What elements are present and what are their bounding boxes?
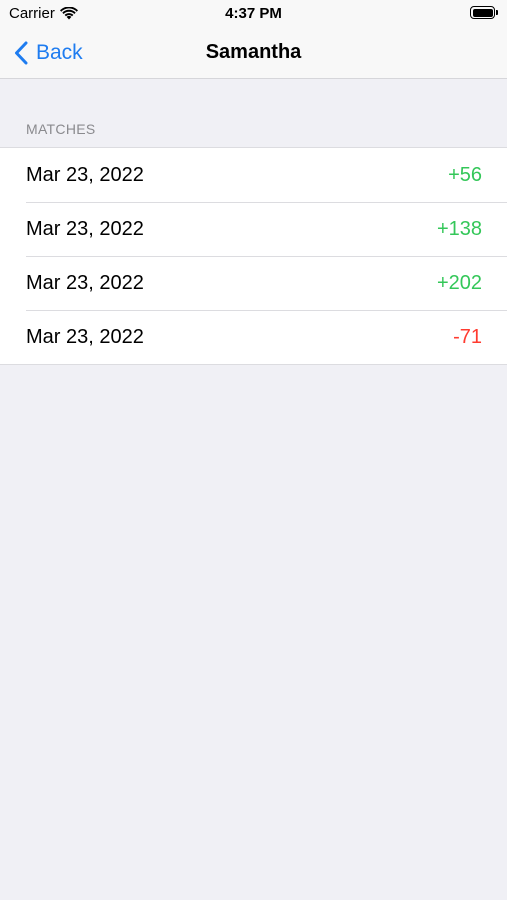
section-header-matches: MATCHES bbox=[26, 121, 96, 137]
status-bar: Carrier 4:37 PM bbox=[0, 0, 507, 28]
match-score: +202 bbox=[436, 271, 482, 294]
match-row[interactable]: Mar 23, 2022 -71 bbox=[0, 310, 507, 364]
battery-icon bbox=[470, 6, 498, 19]
status-time: 4:37 PM bbox=[225, 5, 282, 22]
match-row[interactable]: Mar 23, 2022 +56 bbox=[0, 148, 507, 202]
match-date: Mar 23, 2022 bbox=[26, 271, 144, 294]
match-score: +56 bbox=[448, 163, 482, 186]
match-score: -71 bbox=[453, 325, 482, 348]
navigation-bar: Back Samantha bbox=[0, 28, 507, 79]
match-date: Mar 23, 2022 bbox=[26, 325, 144, 348]
match-row[interactable]: Mar 23, 2022 +202 bbox=[0, 256, 507, 310]
match-date: Mar 23, 2022 bbox=[26, 163, 144, 186]
match-date: Mar 23, 2022 bbox=[26, 217, 144, 240]
page-title: Samantha bbox=[205, 41, 302, 63]
matches-list: Mar 23, 2022 +56 Mar 23, 2022 +138 Mar 2… bbox=[0, 147, 507, 365]
match-row[interactable]: Mar 23, 2022 +138 bbox=[0, 202, 507, 256]
match-score: +138 bbox=[436, 217, 482, 240]
